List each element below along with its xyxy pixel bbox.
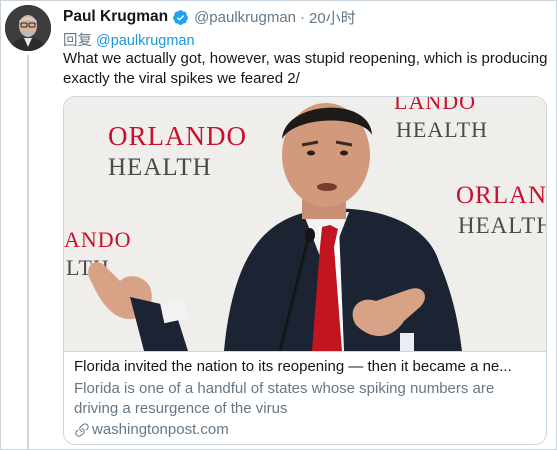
tweet-timestamp[interactable]: 20小时 <box>309 7 356 28</box>
avatar[interactable] <box>5 5 51 51</box>
card-body[interactable]: Florida invited the nation to its reopen… <box>64 351 546 444</box>
card-title[interactable]: Florida invited the nation to its reopen… <box>74 357 536 377</box>
card-domain-text: washingtonpost.com <box>92 421 229 438</box>
reply-context: 回复 @paulkrugman <box>63 29 195 50</box>
sign-text-right-2: HEALTH <box>458 213 546 238</box>
tweet-text: What we actually got, however, was stupi… <box>63 50 548 87</box>
reply-to-link[interactable]: @paulkrugman <box>96 33 195 49</box>
author-display-name[interactable]: Paul Krugman <box>63 8 168 26</box>
sign-text-top-right-1: LANDO <box>394 97 476 114</box>
author-handle[interactable]: @paulkrugman <box>194 9 296 26</box>
link-icon <box>74 422 92 438</box>
thread-line <box>27 55 29 450</box>
sign-text-left-2: HEALTH <box>108 154 212 181</box>
tweet[interactable]: Paul Krugman @paulkrugman · 20小时 回复 @paul… <box>0 0 557 450</box>
link-card[interactable]: ORLANDO HEALTH LANDO HEALTH ORLAN HEALTH… <box>63 96 547 445</box>
sign-text-top-right-2: HEALTH <box>396 117 488 142</box>
card-domain[interactable]: washingtonpost.com <box>74 420 536 440</box>
separator-dot: · <box>300 8 306 26</box>
sign-text-right-1: ORLAN <box>456 182 546 209</box>
sign-text-far-left-1: ANDO <box>64 227 132 252</box>
reply-label: 回复 <box>63 33 92 49</box>
card-image[interactable]: ORLANDO HEALTH LANDO HEALTH ORLAN HEALTH… <box>64 97 546 351</box>
sign-text-left-1: ORLANDO <box>108 121 247 151</box>
tweet-header: Paul Krugman @paulkrugman · 20小时 <box>63 6 356 28</box>
verified-badge-icon <box>172 9 189 26</box>
card-description: Florida is one of a handful of states wh… <box>74 380 495 417</box>
